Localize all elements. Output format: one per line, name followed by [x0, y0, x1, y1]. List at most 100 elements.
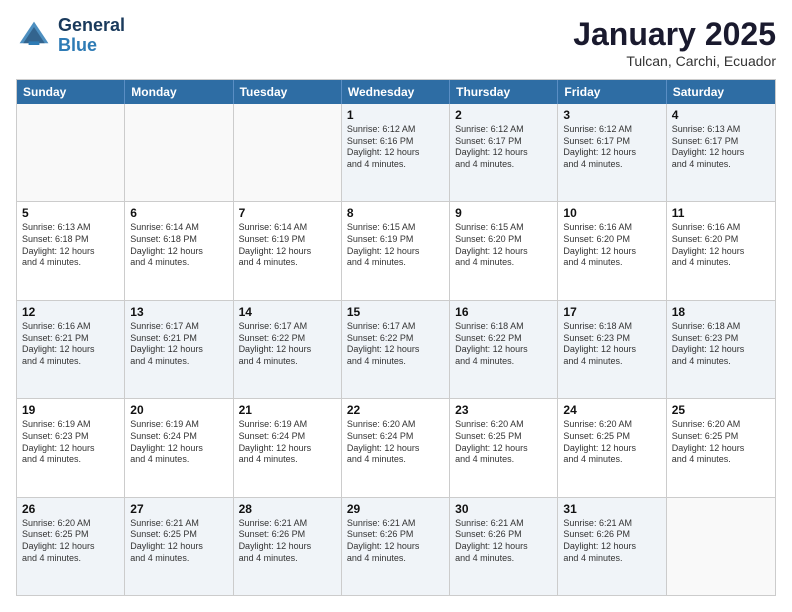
calendar-cell: 22 Sunrise: 6:20 AM Sunset: 6:24 PM Dayli…	[342, 399, 450, 496]
calendar-cell: 21 Sunrise: 6:19 AM Sunset: 6:24 PM Dayli…	[234, 399, 342, 496]
day-number: 28	[239, 502, 336, 516]
calendar-header: SundayMondayTuesdayWednesdayThursdayFrid…	[17, 80, 775, 104]
day-number: 14	[239, 305, 336, 319]
logo-text: General Blue	[58, 16, 125, 56]
calendar-cell: 28 Sunrise: 6:21 AM Sunset: 6:26 PM Dayli…	[234, 498, 342, 595]
day-number: 29	[347, 502, 444, 516]
calendar-cell	[17, 104, 125, 201]
day-info: Sunrise: 6:20 AM Sunset: 6:25 PM Dayligh…	[672, 419, 770, 466]
weekday-header: Thursday	[450, 80, 558, 104]
calendar-cell: 23Sunrise: 6:20 AM Sunset: 6:25 PM Dayli…	[450, 399, 558, 496]
logo-icon	[16, 18, 52, 54]
day-info: Sunrise: 6:16 AM Sunset: 6:20 PM Dayligh…	[563, 222, 660, 269]
location: Tulcan, Carchi, Ecuador	[573, 53, 776, 69]
calendar-cell: 13Sunrise: 6:17 AM Sunset: 6:21 PM Dayli…	[125, 301, 233, 398]
day-info: Sunrise: 6:18 AM Sunset: 6:22 PM Dayligh…	[455, 321, 552, 368]
weekday-header: Wednesday	[342, 80, 450, 104]
weekday-header: Monday	[125, 80, 233, 104]
logo: General Blue	[16, 16, 125, 56]
day-number: 8	[347, 206, 444, 220]
weekday-header: Saturday	[667, 80, 775, 104]
calendar-cell: 25 Sunrise: 6:20 AM Sunset: 6:25 PM Dayli…	[667, 399, 775, 496]
day-info: Sunrise: 6:20 AM Sunset: 6:24 PM Dayligh…	[347, 419, 444, 466]
day-number: 30	[455, 502, 552, 516]
calendar-row: 26 Sunrise: 6:20 AM Sunset: 6:25 PM Dayli…	[17, 497, 775, 595]
day-info: Sunrise: 6:15 AM Sunset: 6:20 PM Dayligh…	[455, 222, 552, 269]
calendar-cell: 10 Sunrise: 6:16 AM Sunset: 6:20 PM Dayli…	[558, 202, 666, 299]
day-info: Sunrise: 6:19 AM Sunset: 6:24 PM Dayligh…	[130, 419, 227, 466]
day-number: 18	[672, 305, 770, 319]
day-info: Sunrise: 6:14 AM Sunset: 6:19 PM Dayligh…	[239, 222, 336, 269]
day-number: 2	[455, 108, 552, 122]
calendar-cell: 7Sunrise: 6:14 AM Sunset: 6:19 PM Daylig…	[234, 202, 342, 299]
calendar-cell: 4 Sunrise: 6:13 AM Sunset: 6:17 PM Daylig…	[667, 104, 775, 201]
day-info: Sunrise: 6:20 AM Sunset: 6:25 PM Dayligh…	[22, 518, 119, 565]
day-number: 11	[672, 206, 770, 220]
calendar-row: 12Sunrise: 6:16 AM Sunset: 6:21 PM Dayli…	[17, 300, 775, 398]
weekday-header: Friday	[558, 80, 666, 104]
weekday-header: Sunday	[17, 80, 125, 104]
calendar-cell: 27Sunrise: 6:21 AM Sunset: 6:25 PM Dayli…	[125, 498, 233, 595]
day-info: Sunrise: 6:14 AM Sunset: 6:18 PM Dayligh…	[130, 222, 227, 269]
logo-line2: Blue	[58, 36, 125, 56]
day-info: Sunrise: 6:21 AM Sunset: 6:26 PM Dayligh…	[239, 518, 336, 565]
day-number: 4	[672, 108, 770, 122]
weekday-header: Tuesday	[234, 80, 342, 104]
calendar-cell: 17 Sunrise: 6:18 AM Sunset: 6:23 PM Dayli…	[558, 301, 666, 398]
calendar-row: 1 Sunrise: 6:12 AM Sunset: 6:16 PM Daylig…	[17, 104, 775, 201]
calendar-cell: 8 Sunrise: 6:15 AM Sunset: 6:19 PM Daylig…	[342, 202, 450, 299]
day-info: Sunrise: 6:17 AM Sunset: 6:22 PM Dayligh…	[239, 321, 336, 368]
day-number: 16	[455, 305, 552, 319]
page: General Blue January 2025 Tulcan, Carchi…	[0, 0, 792, 612]
day-number: 9	[455, 206, 552, 220]
day-number: 17	[563, 305, 660, 319]
day-number: 21	[239, 403, 336, 417]
day-info: Sunrise: 6:19 AM Sunset: 6:24 PM Dayligh…	[239, 419, 336, 466]
day-info: Sunrise: 6:20 AM Sunset: 6:25 PM Dayligh…	[563, 419, 660, 466]
day-number: 19	[22, 403, 119, 417]
day-number: 13	[130, 305, 227, 319]
header: General Blue January 2025 Tulcan, Carchi…	[16, 16, 776, 69]
month-title: January 2025	[573, 16, 776, 53]
day-number: 31	[563, 502, 660, 516]
day-info: Sunrise: 6:21 AM Sunset: 6:25 PM Dayligh…	[130, 518, 227, 565]
day-info: Sunrise: 6:13 AM Sunset: 6:17 PM Dayligh…	[672, 124, 770, 171]
day-number: 15	[347, 305, 444, 319]
day-number: 5	[22, 206, 119, 220]
calendar-row: 5Sunrise: 6:13 AM Sunset: 6:18 PM Daylig…	[17, 201, 775, 299]
calendar-cell: 12Sunrise: 6:16 AM Sunset: 6:21 PM Dayli…	[17, 301, 125, 398]
calendar-cell: 26 Sunrise: 6:20 AM Sunset: 6:25 PM Dayli…	[17, 498, 125, 595]
calendar-cell: 30 Sunrise: 6:21 AM Sunset: 6:26 PM Dayli…	[450, 498, 558, 595]
day-info: Sunrise: 6:12 AM Sunset: 6:16 PM Dayligh…	[347, 124, 444, 171]
calendar-cell: 11Sunrise: 6:16 AM Sunset: 6:20 PM Dayli…	[667, 202, 775, 299]
day-info: Sunrise: 6:15 AM Sunset: 6:19 PM Dayligh…	[347, 222, 444, 269]
calendar-cell: 5Sunrise: 6:13 AM Sunset: 6:18 PM Daylig…	[17, 202, 125, 299]
day-number: 1	[347, 108, 444, 122]
calendar-cell: 15 Sunrise: 6:17 AM Sunset: 6:22 PM Dayli…	[342, 301, 450, 398]
day-info: Sunrise: 6:18 AM Sunset: 6:23 PM Dayligh…	[563, 321, 660, 368]
calendar-cell: 18Sunrise: 6:18 AM Sunset: 6:23 PM Dayli…	[667, 301, 775, 398]
day-number: 20	[130, 403, 227, 417]
calendar-cell: 3Sunrise: 6:12 AM Sunset: 6:17 PM Daylig…	[558, 104, 666, 201]
day-info: Sunrise: 6:20 AM Sunset: 6:25 PM Dayligh…	[455, 419, 552, 466]
day-info: Sunrise: 6:12 AM Sunset: 6:17 PM Dayligh…	[563, 124, 660, 171]
calendar-cell: 16 Sunrise: 6:18 AM Sunset: 6:22 PM Dayli…	[450, 301, 558, 398]
day-number: 10	[563, 206, 660, 220]
calendar-cell: 9 Sunrise: 6:15 AM Sunset: 6:20 PM Daylig…	[450, 202, 558, 299]
calendar-cell: 6Sunrise: 6:14 AM Sunset: 6:18 PM Daylig…	[125, 202, 233, 299]
day-number: 25	[672, 403, 770, 417]
calendar-body: 1 Sunrise: 6:12 AM Sunset: 6:16 PM Daylig…	[17, 104, 775, 595]
day-number: 22	[347, 403, 444, 417]
day-info: Sunrise: 6:19 AM Sunset: 6:23 PM Dayligh…	[22, 419, 119, 466]
calendar-cell: 24Sunrise: 6:20 AM Sunset: 6:25 PM Dayli…	[558, 399, 666, 496]
logo-line1: General	[58, 16, 125, 36]
day-info: Sunrise: 6:21 AM Sunset: 6:26 PM Dayligh…	[455, 518, 552, 565]
calendar-cell: 31 Sunrise: 6:21 AM Sunset: 6:26 PM Dayli…	[558, 498, 666, 595]
calendar-cell	[667, 498, 775, 595]
calendar-cell: 14 Sunrise: 6:17 AM Sunset: 6:22 PM Dayli…	[234, 301, 342, 398]
day-number: 26	[22, 502, 119, 516]
day-info: Sunrise: 6:17 AM Sunset: 6:22 PM Dayligh…	[347, 321, 444, 368]
calendar-row: 19 Sunrise: 6:19 AM Sunset: 6:23 PM Dayli…	[17, 398, 775, 496]
day-info: Sunrise: 6:21 AM Sunset: 6:26 PM Dayligh…	[347, 518, 444, 565]
day-info: Sunrise: 6:21 AM Sunset: 6:26 PM Dayligh…	[563, 518, 660, 565]
